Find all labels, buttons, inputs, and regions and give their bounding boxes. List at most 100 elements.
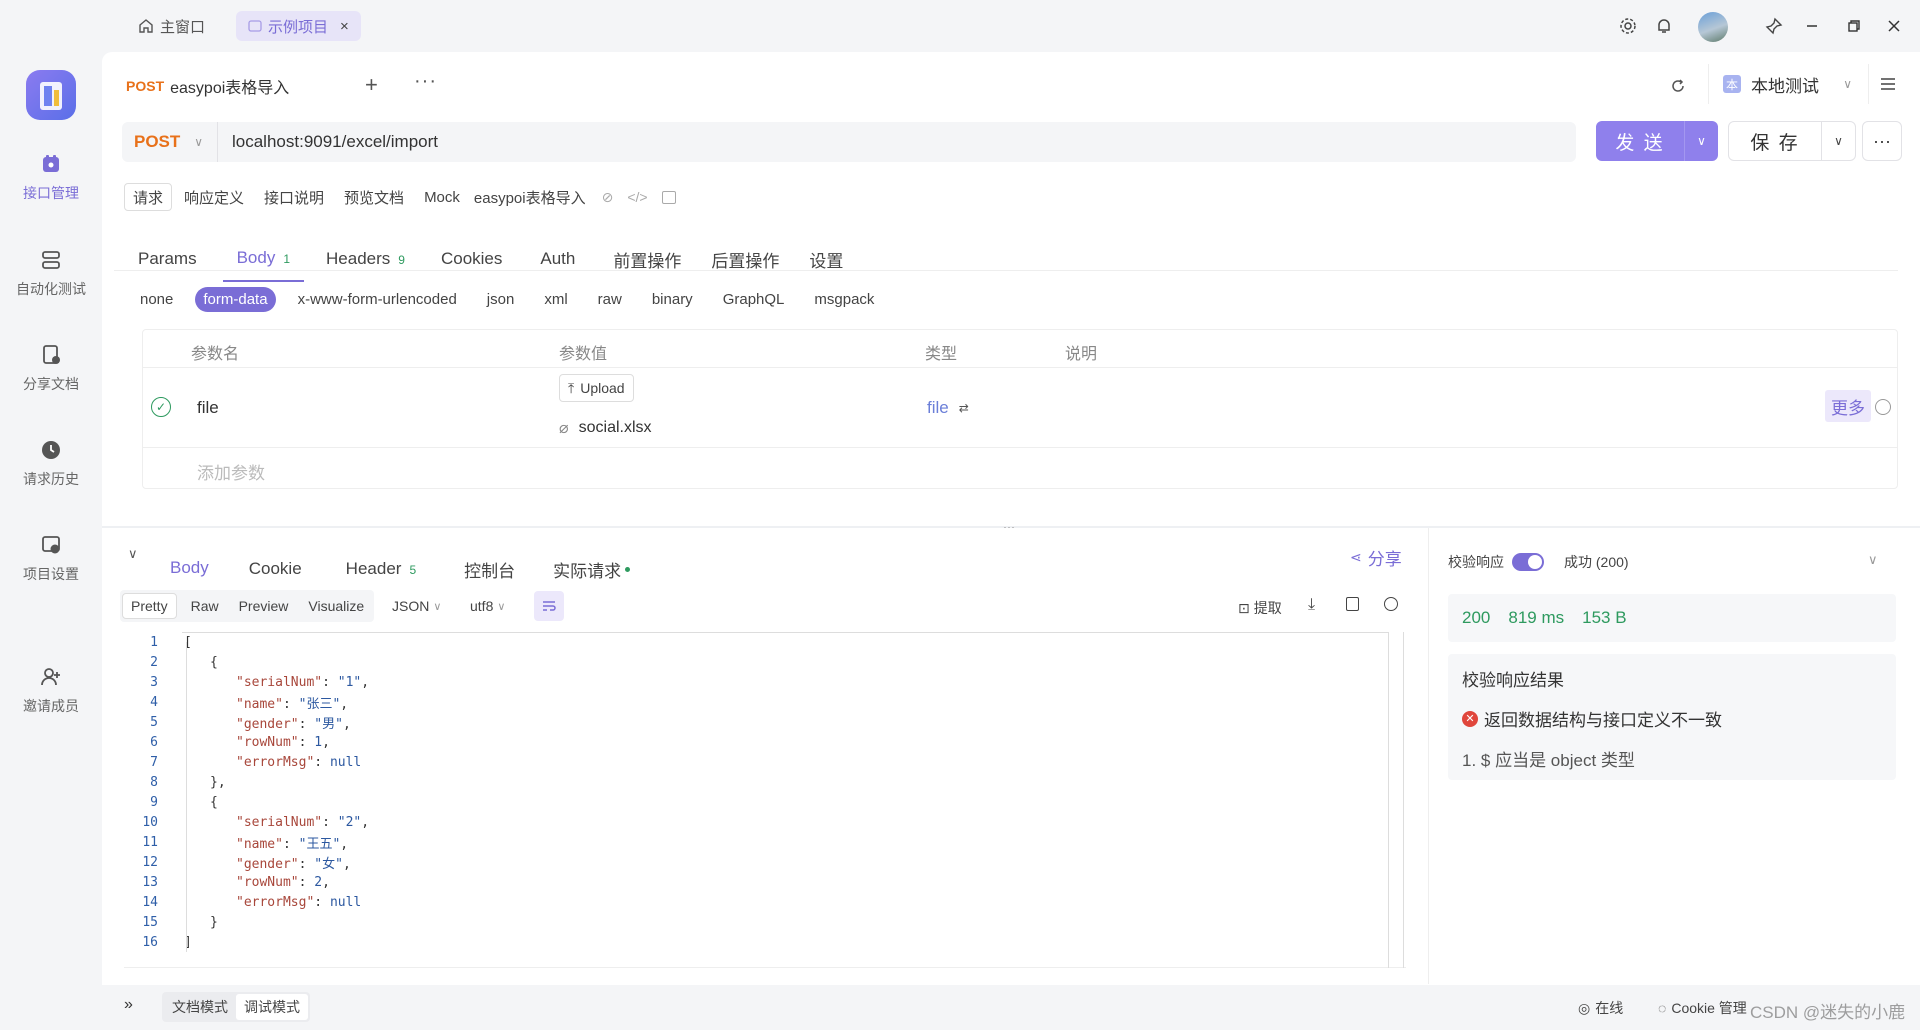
chevron-down-icon[interactable]: ∨ bbox=[1684, 121, 1718, 161]
tab-settings[interactable]: 设置 bbox=[809, 247, 843, 272]
request-tab-title: easypoi表格导入 bbox=[170, 80, 290, 97]
body-type-binary[interactable]: binary bbox=[644, 287, 701, 312]
tab-project-label: 示例项目 bbox=[268, 18, 329, 36]
view-preview[interactable]: Preview bbox=[231, 594, 297, 618]
restore-icon[interactable] bbox=[1842, 14, 1866, 38]
subtab-mock[interactable]: Mock bbox=[416, 183, 468, 211]
request-tab[interactable]: POST easypoi表格导入 bbox=[114, 62, 344, 112]
subtab-request[interactable]: 请求 bbox=[124, 183, 173, 211]
resp-tab-cookie[interactable]: Cookie bbox=[249, 559, 302, 579]
gear-icon[interactable] bbox=[1616, 14, 1640, 38]
body-type-urlencoded[interactable]: x-www-form-urlencoded bbox=[290, 287, 465, 312]
bell-icon[interactable] bbox=[1652, 14, 1676, 38]
line-number: 8 bbox=[150, 774, 158, 790]
code-icon[interactable]: </> bbox=[627, 189, 647, 205]
online-status[interactable]: ◎ 在线 bbox=[1578, 998, 1623, 1018]
subtab-preview-doc[interactable]: 预览文档 bbox=[336, 183, 412, 211]
method-select[interactable]: POST ∨ bbox=[122, 122, 218, 162]
resp-tab-console[interactable]: 控制台 bbox=[464, 557, 515, 582]
resp-tab-header-label: Header bbox=[345, 559, 402, 578]
body-type-graphql[interactable]: GraphQL bbox=[715, 287, 793, 312]
view-visualize[interactable]: Visualize bbox=[300, 594, 372, 618]
download-icon[interactable]: ⤓ bbox=[1308, 596, 1315, 614]
view-pretty[interactable]: Pretty bbox=[122, 593, 177, 619]
tab-home[interactable]: 主窗口 bbox=[126, 11, 217, 41]
extract-button[interactable]: ⊡ 提取 bbox=[1238, 598, 1282, 618]
chevron-down-icon[interactable]: ∨ bbox=[1868, 552, 1878, 568]
extract-icon: ⊡ bbox=[1238, 599, 1250, 616]
nav-project-settings[interactable]: 项目设置 bbox=[0, 533, 102, 584]
upload-button[interactable]: ⤒ Upload bbox=[559, 374, 634, 402]
refresh-icon[interactable] bbox=[1662, 70, 1694, 102]
subtab-response-def[interactable]: 响应定义 bbox=[176, 183, 252, 211]
validation-toggle[interactable] bbox=[1512, 553, 1544, 571]
close-window-icon[interactable] bbox=[1882, 14, 1906, 38]
nav-share-docs[interactable]: 分享文档 bbox=[0, 343, 102, 394]
file-attachment[interactable]: ⌀ social.xlsx bbox=[559, 418, 652, 438]
body-type-raw[interactable]: raw bbox=[590, 287, 630, 312]
more-button[interactable]: 更多 bbox=[1825, 390, 1871, 422]
tab-cookies[interactable]: Cookies bbox=[441, 249, 502, 269]
json-value: "1" bbox=[337, 674, 362, 690]
code-line: 4 "name": "张三", bbox=[126, 692, 1406, 712]
copy-icon[interactable] bbox=[1346, 597, 1359, 611]
body-type-json[interactable]: json bbox=[479, 287, 523, 312]
view-raw[interactable]: Raw bbox=[183, 594, 227, 618]
resp-tab-body[interactable]: Body bbox=[170, 558, 209, 592]
format-select[interactable]: JSON ∨ bbox=[392, 598, 441, 614]
request-method-badge: POST bbox=[126, 78, 165, 94]
json-punct: , bbox=[342, 716, 351, 732]
collapse-chevron-icon[interactable]: ∨ bbox=[128, 546, 138, 562]
nav-api-management[interactable]: 接口管理 bbox=[0, 152, 102, 203]
cookie-manager[interactable]: ◌ Cookie 管理 bbox=[1658, 998, 1747, 1018]
param-name[interactable]: file bbox=[197, 398, 219, 418]
add-tab-icon[interactable]: + bbox=[365, 72, 378, 98]
nav-invite-members[interactable]: 邀请成员 bbox=[0, 665, 102, 716]
json-punct: , bbox=[342, 856, 351, 872]
close-tab-icon[interactable]: × bbox=[340, 18, 349, 35]
more-actions-icon[interactable]: ··· bbox=[1862, 121, 1902, 161]
collapse-sidebar-icon[interactable]: » bbox=[124, 996, 133, 1014]
tab-params[interactable]: Params bbox=[138, 249, 197, 269]
subtab-api-desc[interactable]: 接口说明 bbox=[256, 183, 332, 211]
json-punct: , bbox=[340, 836, 349, 852]
send-button[interactable]: 发 送 ∨ bbox=[1596, 121, 1718, 161]
url-input[interactable] bbox=[232, 132, 1532, 152]
encoding-select[interactable]: utf8 ∨ bbox=[470, 598, 505, 614]
nav-automation[interactable]: 自动化测试 bbox=[0, 248, 102, 299]
line-number: 10 bbox=[142, 814, 158, 830]
link-icon[interactable]: ⊘ bbox=[602, 189, 614, 206]
panel-toggle-icon[interactable] bbox=[661, 190, 676, 204]
add-param-placeholder[interactable]: 添加参数 bbox=[197, 459, 265, 484]
tab-auth[interactable]: Auth bbox=[540, 249, 575, 269]
pin-icon[interactable] bbox=[1762, 14, 1786, 38]
param-type-select[interactable]: file ⇄ bbox=[927, 398, 969, 418]
nav-history[interactable]: 请求历史 bbox=[0, 438, 102, 489]
more-tabs-icon[interactable]: ··· bbox=[414, 70, 437, 93]
status-option[interactable]: 成功 (200) bbox=[1564, 552, 1629, 572]
body-type-msgpack[interactable]: msgpack bbox=[806, 287, 882, 312]
enabled-check-icon[interactable]: ✓ bbox=[151, 397, 171, 417]
save-button[interactable]: 保 存 ∨ bbox=[1728, 121, 1856, 161]
tab-pre-processors[interactable]: 前置操作 bbox=[613, 247, 681, 272]
avatar[interactable] bbox=[1698, 12, 1728, 42]
environment-selector[interactable]: 本 本地测试 ∨ bbox=[1708, 64, 1862, 104]
automation-icon bbox=[39, 248, 63, 272]
debug-mode-button[interactable]: 调试模式 bbox=[236, 994, 308, 1020]
menu-icon[interactable] bbox=[1868, 64, 1906, 104]
doc-mode-button[interactable]: 文档模式 bbox=[164, 994, 236, 1020]
share-button[interactable]: ⋖ 分享 bbox=[1350, 545, 1402, 570]
body-type-form-data[interactable]: form-data bbox=[195, 287, 276, 312]
body-type-xml[interactable]: xml bbox=[536, 287, 575, 312]
tab-project[interactable]: 示例项目 × bbox=[236, 11, 361, 41]
tab-post-processors[interactable]: 后置操作 bbox=[711, 247, 779, 272]
chevron-down-icon[interactable]: ∨ bbox=[1821, 122, 1855, 160]
body-type-none[interactable]: none bbox=[132, 287, 181, 312]
tab-body[interactable]: Body 1 bbox=[222, 248, 305, 282]
json-punct: , bbox=[340, 696, 349, 712]
search-icon[interactable] bbox=[1384, 597, 1398, 611]
divider bbox=[114, 270, 1898, 271]
remove-row-icon[interactable] bbox=[1875, 399, 1891, 415]
wrap-lines-icon[interactable] bbox=[534, 591, 564, 621]
minimize-icon[interactable] bbox=[1800, 14, 1824, 38]
